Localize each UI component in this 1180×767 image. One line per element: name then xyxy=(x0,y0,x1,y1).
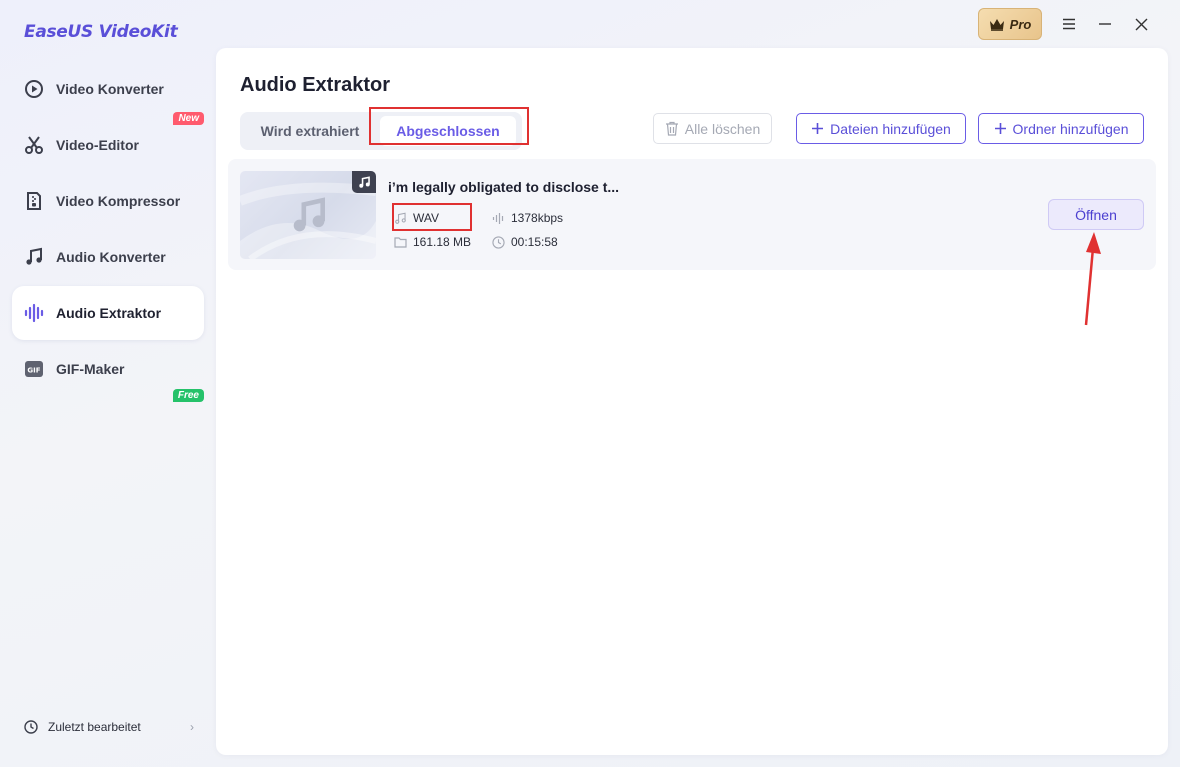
menu-button[interactable] xyxy=(1060,15,1078,33)
music-note-icon xyxy=(24,247,44,267)
bitrate-icon xyxy=(492,212,504,224)
minimize-button[interactable] xyxy=(1096,15,1114,33)
minimize-icon xyxy=(1099,23,1111,25)
waveform-icon xyxy=(24,303,44,323)
sidebar-item-label: Video Kompressor xyxy=(56,193,181,209)
duration-value: 00:15:58 xyxy=(511,235,558,249)
sidebar: Video Konverter Video-Editor New Video K… xyxy=(0,62,216,402)
sidebar-item-label: Video Konverter xyxy=(56,81,164,97)
close-icon xyxy=(1135,18,1147,30)
add-files-button[interactable]: Dateien hinzufügen xyxy=(796,113,966,144)
sidebar-item-video-editor[interactable]: Video-Editor New xyxy=(12,112,204,172)
gif-icon: GIF xyxy=(24,359,44,379)
bitrate-value: 1378kbps xyxy=(511,211,564,225)
free-badge: Free xyxy=(172,389,204,402)
add-folder-button[interactable]: Ordner hinzufügen xyxy=(978,113,1144,144)
window-controls: Pro xyxy=(978,8,1150,40)
add-files-label: Dateien hinzufügen xyxy=(830,120,951,137)
sidebar-item-video-kompressor[interactable]: Video Kompressor xyxy=(12,174,204,228)
sidebar-item-audio-konverter[interactable]: Audio Konverter xyxy=(12,230,204,284)
sidebar-item-label: GIF-Maker xyxy=(56,361,125,377)
file-duration: 00:15:58 xyxy=(492,235,558,249)
page-title: Audio Extraktor xyxy=(240,74,391,96)
trash-icon xyxy=(665,121,678,136)
sidebar-item-label: Audio Konverter xyxy=(56,249,166,265)
new-badge: New xyxy=(173,112,204,125)
compress-icon xyxy=(24,191,44,211)
sidebar-item-gif-maker[interactable]: GIF GIF-Maker Free xyxy=(12,342,204,402)
file-size: 161.18 MB xyxy=(394,235,471,249)
close-button[interactable] xyxy=(1132,15,1150,33)
recent-label: Zuletzt bearbeitet xyxy=(48,720,141,734)
hamburger-icon xyxy=(1063,18,1075,30)
file-row: i’m legally obligated to disclose t... W… xyxy=(228,159,1156,270)
audio-type-badge xyxy=(352,171,376,193)
video-convert-icon xyxy=(24,79,44,99)
file-name: i’m legally obligated to disclose t... xyxy=(388,179,620,195)
recent-edits-link[interactable]: Zuletzt bearbeitet › xyxy=(24,720,194,734)
pro-button[interactable]: Pro xyxy=(978,8,1042,40)
clock-icon xyxy=(492,235,505,249)
chevron-right-icon: › xyxy=(190,720,194,734)
plus-icon xyxy=(812,123,824,134)
app-title: EaseUS VideoKit xyxy=(24,22,178,42)
pro-label: Pro xyxy=(1009,16,1032,32)
folder-icon xyxy=(394,237,407,248)
file-bitrate: 1378kbps xyxy=(492,211,563,225)
scissors-icon xyxy=(24,135,44,155)
highlight-box xyxy=(392,203,472,231)
sidebar-item-video-konverter[interactable]: Video Konverter xyxy=(12,62,204,116)
music-note-icon xyxy=(293,197,326,232)
sidebar-item-label: Video-Editor xyxy=(56,137,139,153)
svg-text:GIF: GIF xyxy=(27,367,40,375)
annotation-arrow xyxy=(1084,232,1101,326)
crown-icon xyxy=(989,18,1004,31)
add-folder-label: Ordner hinzufügen xyxy=(1012,120,1129,137)
music-note-icon xyxy=(358,175,370,188)
highlight-box xyxy=(369,107,529,145)
size-value: 161.18 MB xyxy=(413,235,472,249)
sidebar-item-label: Audio Extraktor xyxy=(56,305,162,321)
sidebar-item-audio-extraktor[interactable]: Audio Extraktor xyxy=(12,286,204,340)
plus-icon xyxy=(994,123,1006,134)
clock-icon xyxy=(24,720,38,734)
clear-all-button[interactable]: Alle löschen xyxy=(653,113,772,144)
open-button[interactable]: Öffnen xyxy=(1048,199,1144,230)
main-panel: Audio Extraktor Wird extrahiert Abgeschl… xyxy=(216,48,1168,755)
tab-extracting[interactable]: Wird extrahiert xyxy=(246,116,374,146)
clear-all-label: Alle löschen xyxy=(684,120,761,137)
